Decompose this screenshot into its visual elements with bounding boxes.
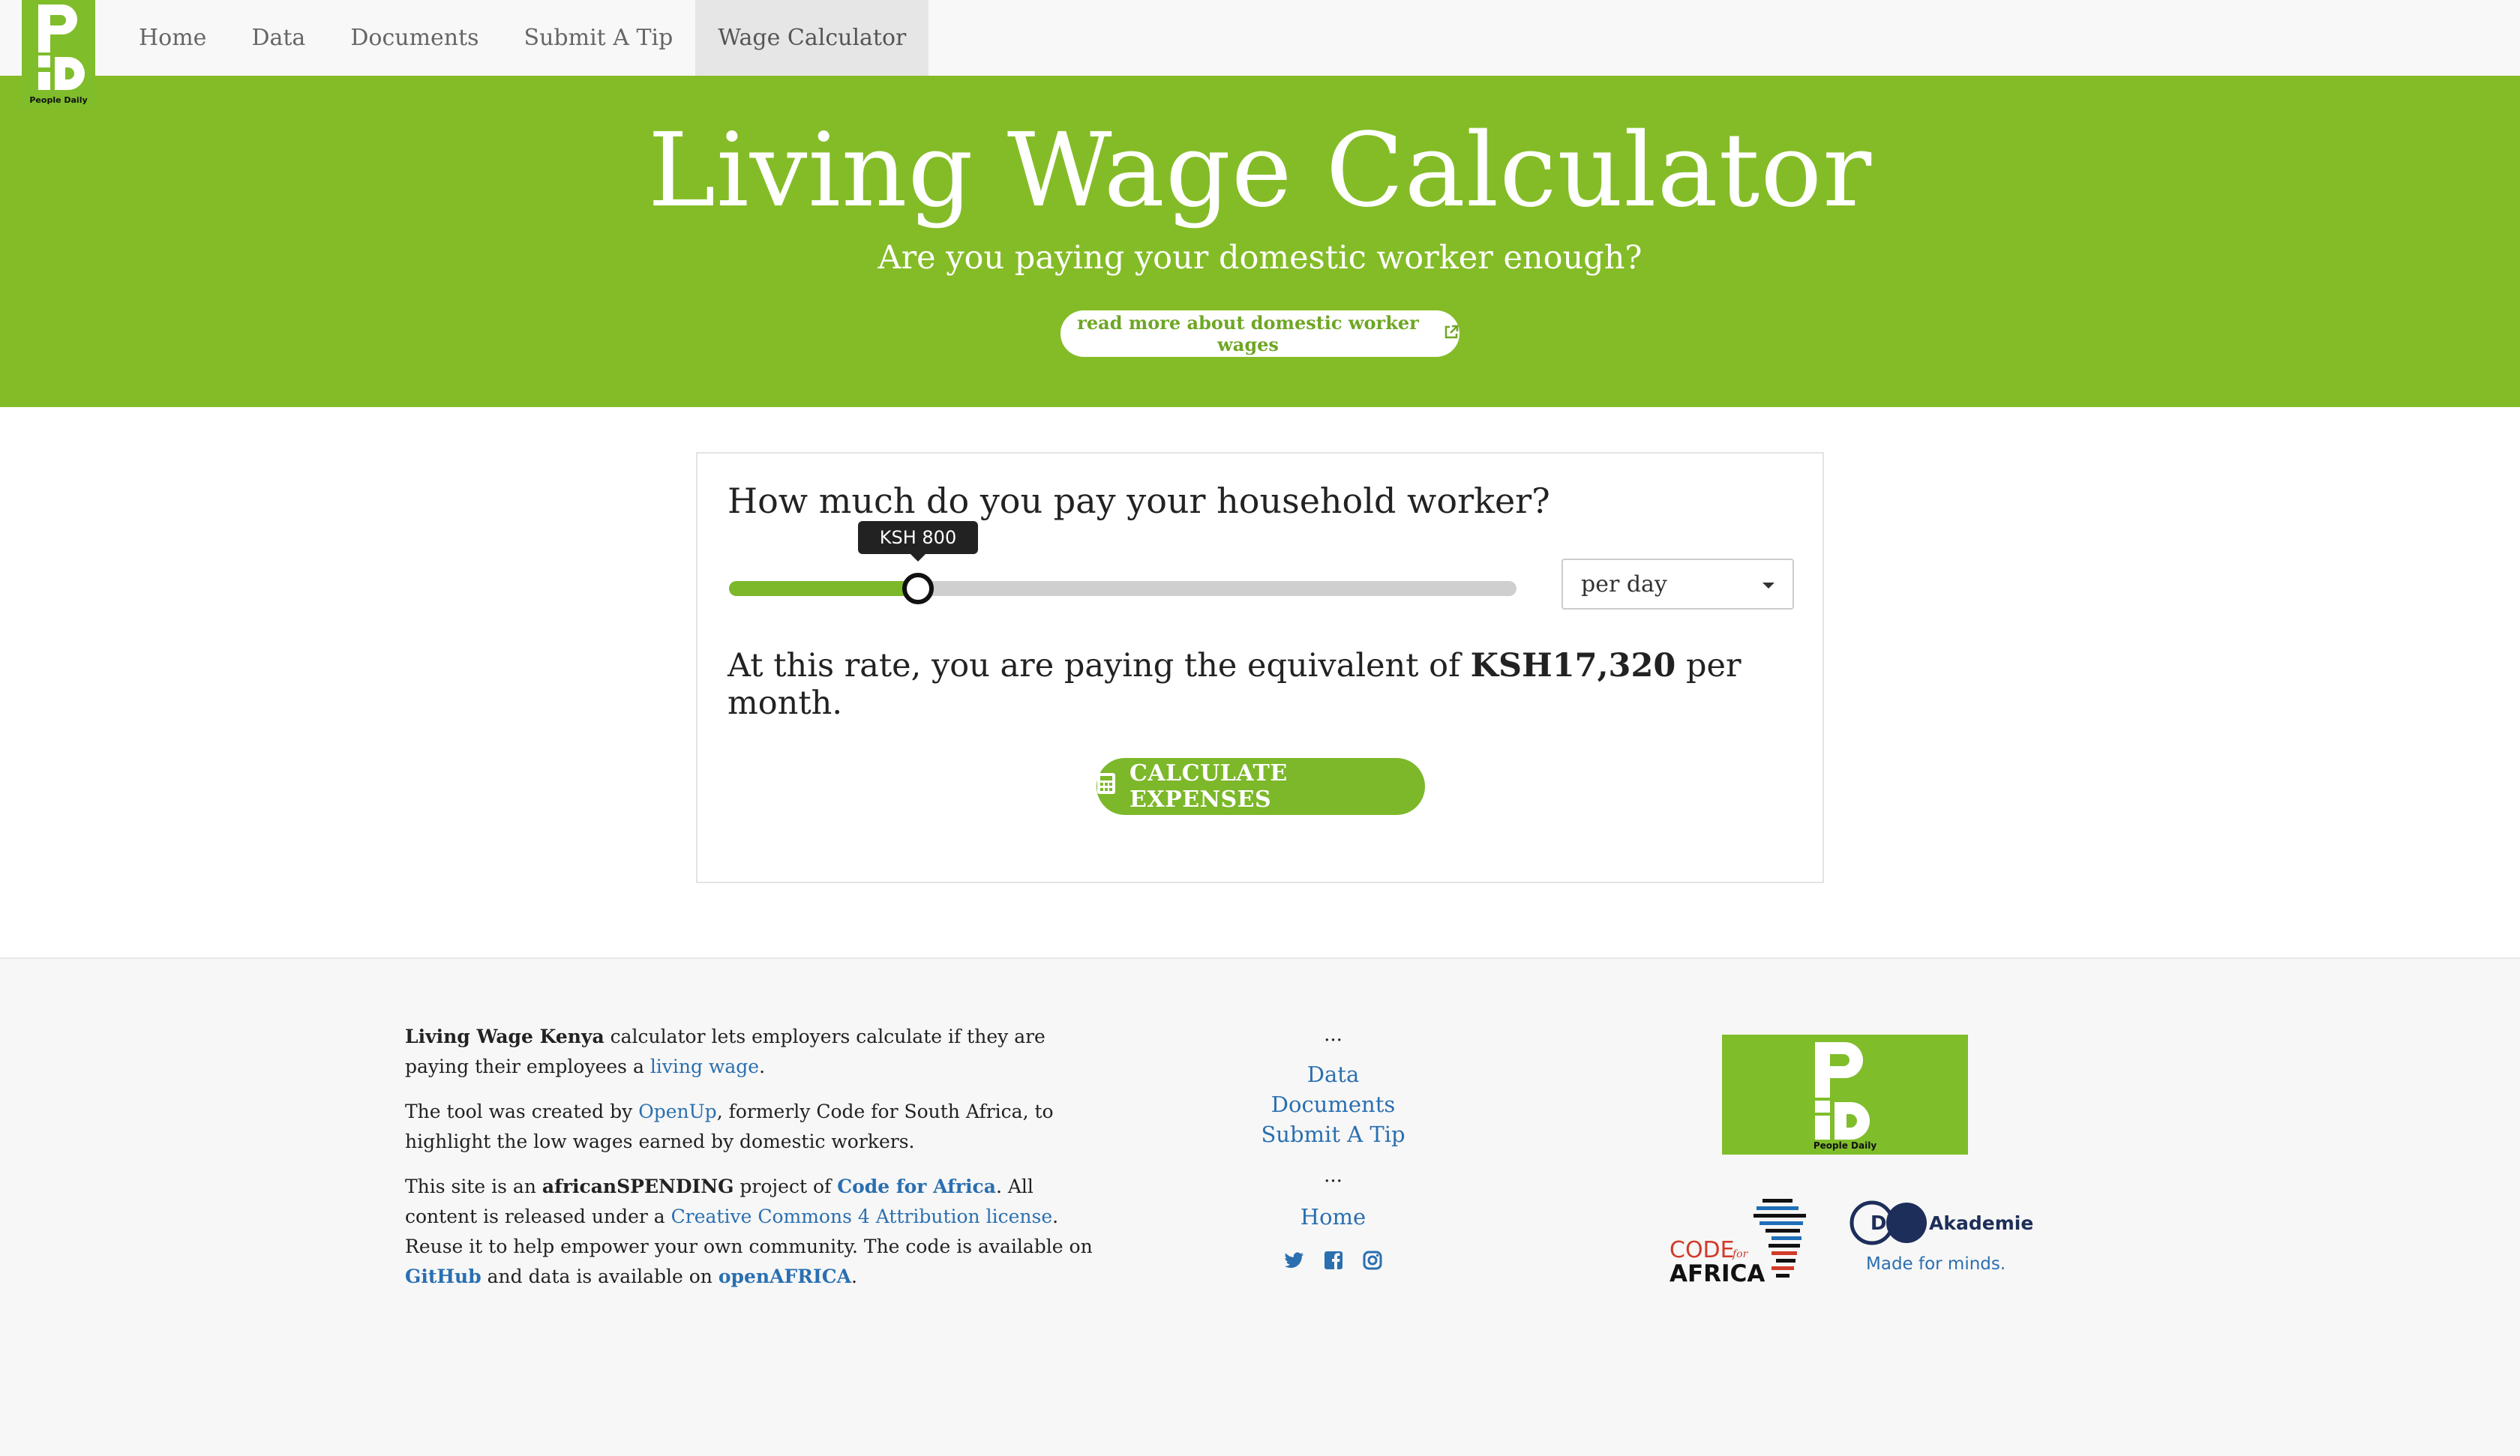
cfa-africa-text: AFRICA [1670,1260,1765,1286]
equiv-amount: KSH17,320 [1470,647,1676,685]
footer-link-documents[interactable]: Documents [1230,1089,1436,1119]
cfa-code-text: CODE [1670,1237,1735,1263]
footer-about: Living Wage Kenya calculator lets employ… [405,1022,1102,1307]
footer-nav: ... Data Documents Submit A Tip ... Home [1230,1023,1436,1271]
social-links [1230,1250,1436,1271]
footer-paragraph-1: Living Wage Kenya calculator lets employ… [405,1022,1102,1082]
calculator-card: How much do you pay your household worke… [696,452,1824,883]
monthly-equivalent-text: At this rate, you are paying the equival… [728,647,1822,722]
footer: Living Wage Kenya calculator lets employ… [0,957,2520,1456]
pay-question: How much do you pay your household worke… [728,481,1550,521]
cfa-for-text: for [1732,1248,1749,1260]
caret-down-icon [1762,583,1774,589]
hero-banner: Living Wage Calculator Are you paying yo… [0,76,2520,407]
nav-documents[interactable]: Documents [328,0,501,76]
period-select[interactable]: per day [1562,559,1794,610]
living-wage-link[interactable]: living wage [650,1056,759,1077]
calculate-expenses-button[interactable]: CALCULATE EXPENSES [1096,758,1425,815]
wage-slider-tooltip: KSH 800 [858,521,978,562]
wage-slider-handle[interactable] [902,573,934,604]
africanspending-label: africanSPENDING [542,1176,734,1197]
footer-dots: ... [1324,1164,1342,1187]
footer-text: and data is available on [481,1266,718,1287]
dw-mark-text: DW [1870,1212,1908,1235]
github-link[interactable]: GitHub [405,1266,482,1287]
nav-menu: Home Data Documents Submit A Tip Wage Ca… [116,0,929,76]
footer-text: project of [734,1176,838,1197]
footer-text: The tool was created by [405,1101,639,1122]
read-more-button[interactable]: read more about domestic worker wages [1060,310,1460,357]
facebook-icon[interactable] [1323,1250,1344,1271]
external-link-icon [1443,323,1460,345]
instagram-icon[interactable] [1362,1250,1383,1271]
equiv-prefix: At this rate, you are paying the equival… [728,647,1471,685]
wage-slider-fill [729,581,918,596]
nav-data[interactable]: Data [229,0,328,76]
logo-caption: People Daily [29,95,87,105]
twitter-icon[interactable] [1284,1250,1305,1271]
people-daily-logo[interactable]: People Daily [22,0,95,106]
navbar: People Daily Home Data Documents Submit … [0,0,2520,106]
footer-link-home[interactable]: Home [1230,1202,1436,1232]
page-subtitle: Are you paying your domestic worker enou… [878,239,1642,277]
code-for-africa-link[interactable]: Code for Africa [837,1176,996,1197]
openup-link[interactable]: OpenUp [638,1101,716,1122]
footer-text: . [851,1266,857,1287]
nav-home[interactable]: Home [116,0,229,76]
openafrica-link[interactable]: openAFRICA [718,1266,851,1287]
footer-site-name: Living Wage Kenya [405,1026,604,1047]
dw-akademie-name: Akademie [1929,1212,2034,1234]
calculate-label: CALCULATE EXPENSES [1130,760,1288,813]
calculator-icon [1096,772,1116,801]
period-select-value: per day [1581,571,1667,598]
footer-link-data[interactable]: Data [1230,1059,1436,1089]
footer-dots: ... [1324,1023,1342,1046]
code-for-africa-logo[interactable]: CODE for AFRICA [1666,1197,1816,1287]
creative-commons-link[interactable]: Creative Commons 4 Attribution license [671,1206,1052,1227]
footer-text: . [759,1056,766,1077]
wage-slider-track[interactable] [729,581,1516,596]
footer-paragraph-2: The tool was created by OpenUp, formerly… [405,1097,1102,1157]
footer-paragraph-3: This site is an africanSPENDING project … [405,1172,1102,1292]
page-title: Living Wage Calculator [647,112,1873,230]
footer-link-submit-tip[interactable]: Submit A Tip [1230,1119,1436,1149]
people-daily-footer-logo[interactable]: People Daily [1722,1035,1968,1155]
nav-submit-tip[interactable]: Submit A Tip [502,0,696,76]
nav-wage-calculator[interactable]: Wage Calculator [695,0,929,76]
footer-logo-caption: People Daily [1814,1140,1876,1151]
read-more-label: read more about domestic worker wages [1077,312,1419,355]
dw-tagline: Made for minds. [1866,1254,2006,1274]
footer-text: This site is an [405,1176,542,1197]
